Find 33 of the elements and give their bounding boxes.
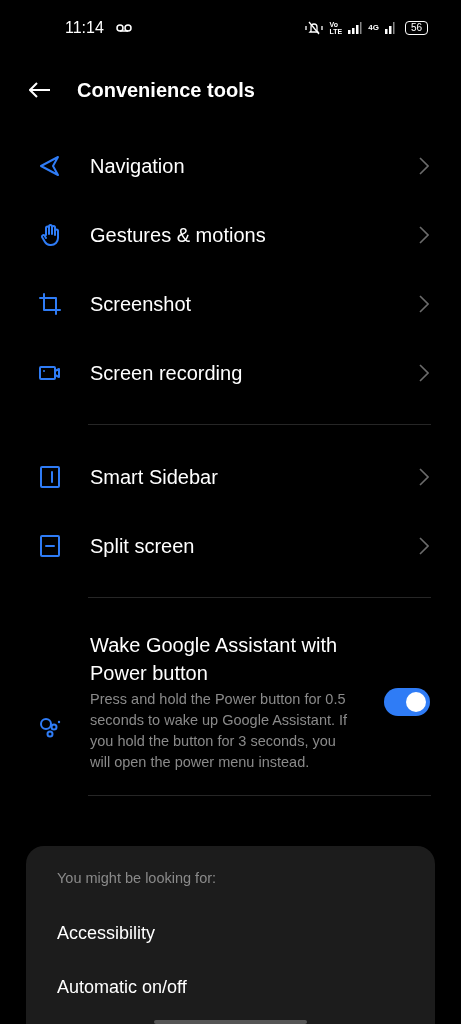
chevron-right-icon	[419, 363, 429, 382]
navigation-arrow-icon	[38, 153, 62, 178]
assistant-dots-icon	[38, 715, 62, 739]
chevron-right-icon	[419, 156, 429, 175]
settings-item[interactable]: Split screen	[0, 511, 461, 580]
crop-icon	[38, 291, 62, 316]
sidebar-icon	[38, 464, 62, 489]
settings-item[interactable]: Navigation	[0, 131, 461, 200]
signal-icon	[384, 22, 395, 34]
setting-title: Wake Google Assistant with Power button	[90, 633, 339, 686]
hand-icon	[38, 222, 62, 247]
signal-icon	[348, 22, 363, 34]
suggestion-link[interactable]: Accessibility	[57, 919, 404, 947]
chevron-right-icon	[419, 294, 429, 313]
muted-bell-icon	[303, 21, 324, 35]
back-arrow-icon	[29, 82, 51, 98]
settings-item[interactable]: Smart Sidebar	[0, 442, 461, 511]
network-type: 4G	[368, 22, 379, 34]
toggle-switch[interactable]	[384, 688, 430, 716]
battery-indicator: 56	[404, 21, 428, 35]
settings-item[interactable]: Gestures & motions	[0, 200, 461, 269]
chevron-right-icon	[419, 536, 429, 555]
split-screen-icon	[38, 533, 62, 558]
setting-description: Press and hold the Power button for 0.5 seconds to wake up Google Assistant. If you hold the button for 3 seconds, you will open the power menu instead.	[90, 690, 349, 772]
settings-item[interactable]: Screen recording	[0, 338, 461, 407]
voicemail-icon	[115, 24, 132, 32]
suggestion-link[interactable]: Automatic on/off	[57, 973, 404, 1001]
chevron-right-icon	[419, 467, 429, 486]
suggestions-heading: You might be looking for:	[57, 869, 218, 888]
chevron-right-icon	[419, 225, 429, 244]
status-time: 11:14	[65, 18, 104, 38]
page-title: Convenience tools	[77, 78, 255, 103]
settings-item[interactable]: Screenshot	[0, 269, 461, 338]
